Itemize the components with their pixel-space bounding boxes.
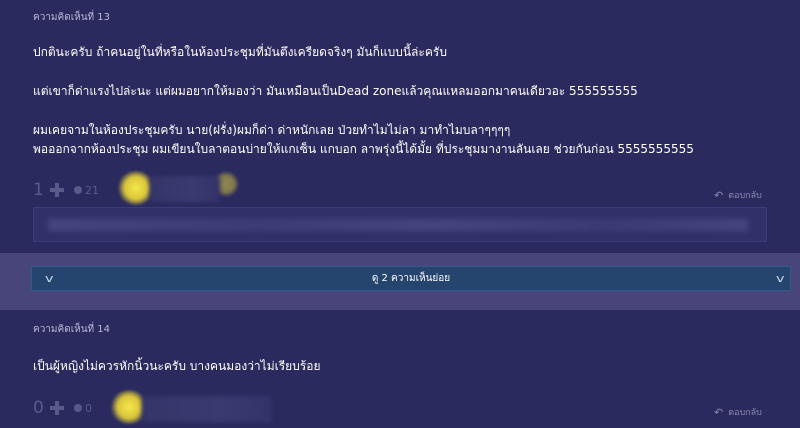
plus-icon[interactable] [49, 400, 65, 416]
comment-text-line: แต่เขาก็ด่าแรงไปล่ะนะ แต่ผมอยากให้มองว่า… [33, 84, 638, 98]
view-subcomments-label: ดู 2 ความเห็นย่อย [371, 273, 451, 284]
reply-button[interactable]: ↶ ตอบกลับ [714, 188, 762, 202]
reply-arrow-icon: ↶ [714, 405, 724, 419]
comment-stats: 0 0 [33, 398, 92, 418]
comment-text-line: พอออกจากห้องประชุม ผมเขียนใบลาตอนบ่ายให้… [33, 142, 694, 156]
username[interactable] [142, 396, 272, 422]
comment-stats: 1 21 [33, 180, 99, 200]
username[interactable] [150, 176, 220, 202]
subcomment-preview [33, 207, 767, 242]
chevron-down-icon: v [45, 272, 54, 285]
reply-arrow-icon: ↶ [714, 188, 724, 202]
comment-14: ความคิดเห็นที่ 14 เป็นผู้หญิงไม่ควรหักนิ… [0, 310, 800, 428]
view-subcomments-button[interactable]: v ดู 2 ความเห็นย่อย v [31, 266, 791, 291]
reply-label: ตอบกลับ [728, 408, 762, 418]
reply-button[interactable]: ↶ ตอบกลับ [714, 405, 762, 419]
vote-count: 0 [33, 398, 44, 418]
comment-number: ความคิดเห็นที่ 14 [33, 324, 111, 335]
plus-icon[interactable] [49, 182, 65, 198]
comment-text-line: เป็นผู้หญิงไม่ควรหักนิ้วนะครับ บางคนมองว… [33, 359, 321, 373]
emotion-icon[interactable] [74, 404, 82, 412]
comment-text-line: ปกตินะครับ ถ้าคนอยู่ในที่หรือในห้องประชุ… [33, 45, 447, 59]
vote-count: 1 [33, 180, 44, 200]
emotion-count: 0 [85, 401, 92, 415]
reply-label: ตอบกลับ [728, 191, 762, 201]
chevron-down-icon: v [776, 272, 785, 285]
emotion-count: 21 [85, 183, 99, 197]
emotion-icon[interactable] [74, 186, 82, 194]
comment-13: ความคิดเห็นที่ 13 ปกตินะครับ ถ้าคนอยู่ใน… [0, 0, 800, 253]
comment-number: ความคิดเห็นที่ 13 [33, 12, 111, 23]
comment-text-line: ผมเคยจามในห้องประชุมครับ นาย(ฝรั่ง)ผมก็ด… [33, 123, 511, 137]
subcomment-expand-area: v ดู 2 ความเห็นย่อย v [0, 253, 800, 310]
